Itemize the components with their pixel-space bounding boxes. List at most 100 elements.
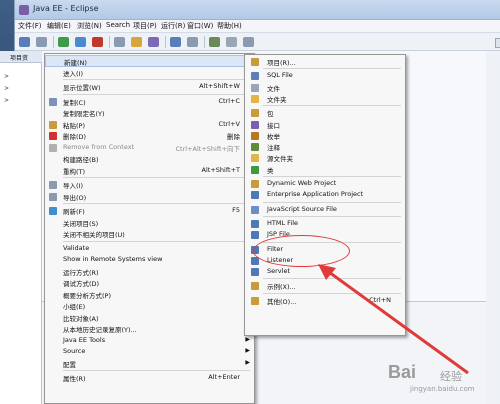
menu-item[interactable]: 小组(E)▶ — [45, 300, 254, 312]
menu-item[interactable]: 比较对象(A)▶ — [45, 312, 254, 324]
menu-item[interactable]: Enterprise Application Project — [245, 189, 405, 200]
menu-item[interactable]: 复制限定名(Y) — [45, 107, 254, 119]
menu-item-label: 枚举 — [267, 132, 280, 141]
menu-item-label: Remove from Context — [63, 142, 135, 151]
menu-item[interactable]: 文件夹 — [245, 93, 405, 104]
menu-2[interactable]: 浏览(N) — [77, 21, 102, 31]
toolbar-button-icon[interactable] — [114, 37, 125, 47]
menu-item[interactable]: 构建路径(B)▶ — [45, 153, 254, 165]
menu-item[interactable]: 枚举 — [245, 130, 405, 141]
menu-item[interactable]: 类 — [245, 164, 405, 175]
menu-item[interactable]: 进入(I) — [45, 67, 254, 79]
menu-item[interactable]: 刷新(F) F5 — [45, 205, 254, 217]
menu-item[interactable]: Java EE Tools ▶ — [45, 335, 254, 347]
copy-icon — [49, 97, 57, 106]
menu-item[interactable]: SQL File — [245, 70, 405, 81]
menu-0[interactable]: 文件(F) — [18, 21, 42, 31]
menu-item[interactable]: Show in Remote Systems view — [45, 254, 254, 266]
toolbar-button-icon[interactable] — [75, 37, 86, 47]
toolbar-button-icon[interactable] — [36, 37, 47, 47]
menu-4[interactable]: 项目(P) — [133, 21, 157, 31]
toolbar-button-icon[interactable] — [148, 37, 159, 47]
paste-icon — [49, 120, 57, 129]
menu-item[interactable]: 文件 — [245, 82, 405, 93]
menu-item[interactable]: 删除(D) 删除 — [45, 130, 254, 142]
menu-item[interactable]: 导入(I)▶ — [45, 179, 254, 191]
menu-item-label: 其他(O)... — [267, 297, 297, 306]
menu-item[interactable]: Dynamic Web Project — [245, 178, 405, 189]
menu-item[interactable]: 调试方式(D)▶ — [45, 277, 254, 289]
menu-item[interactable]: Validate — [45, 243, 254, 255]
tree-item[interactable]: > — [4, 97, 9, 104]
menu-item-label: 概要分析方式(P) — [63, 291, 111, 300]
toolbar-button-icon[interactable] — [187, 37, 198, 47]
menu-item[interactable]: 从本地历史记录复原(Y)... — [45, 323, 254, 335]
menu-item[interactable]: 概要分析方式(P)▶ — [45, 289, 254, 301]
toolbar-button-icon[interactable] — [92, 37, 103, 47]
menu-item[interactable]: Source ▶ — [45, 346, 254, 358]
example-icon — [251, 282, 259, 291]
eclipse-icon — [19, 5, 29, 15]
menu-6[interactable]: 窗口(W) — [187, 21, 213, 31]
menu-item[interactable]: 重构(T)Alt+Shift+T▶ — [45, 165, 254, 177]
menu-item[interactable]: 接口 — [245, 119, 405, 130]
menu-5[interactable]: 运行(R) — [161, 21, 185, 31]
menu-item[interactable]: 运行方式(R)▶ — [45, 266, 254, 278]
menu-item[interactable]: 关闭不相关的项目(U) — [45, 228, 254, 240]
project-icon — [251, 58, 259, 66]
menu-item[interactable]: 项目(R)... — [245, 56, 405, 67]
menu-separator — [63, 240, 250, 242]
submenu-arrow-icon: ▶ — [245, 335, 250, 343]
menu-item[interactable]: Remove from Context Ctrl+Alt+Shift+向下 — [45, 142, 254, 154]
menu-item-shortcut: Alt+Enter — [208, 373, 240, 381]
menu-item[interactable]: 导出(O)▶ — [45, 191, 254, 203]
package-icon — [251, 109, 259, 118]
toolbar-button-icon[interactable] — [58, 37, 69, 47]
menu-item[interactable]: HTML File — [245, 218, 405, 229]
annotation-icon — [251, 143, 259, 152]
tree-item[interactable]: > — [4, 73, 9, 80]
menu-7[interactable]: 帮助(H) — [217, 21, 242, 31]
toolbar-button-icon[interactable] — [243, 37, 254, 47]
menu-item[interactable]: 包 — [245, 107, 405, 118]
sql-file-icon — [251, 72, 259, 81]
context-menu: 新建(N)▶进入(I) 显示位置(W)Alt+Shift+W▶ 复制(C)Ctrl+… — [44, 53, 255, 404]
toolbar-button-icon[interactable] — [209, 37, 220, 47]
perspective-icon[interactable] — [495, 38, 500, 48]
menu-item-shortcut: Alt+Shift+T — [201, 165, 240, 174]
menu-separator — [263, 201, 401, 203]
menu-item[interactable]: 关闭项目(S) — [45, 217, 254, 229]
menu-item[interactable]: 属性(R) Alt+Enter — [45, 372, 254, 384]
menu-separator — [263, 68, 401, 70]
menu-item[interactable]: 新建(N)▶ — [45, 55, 254, 67]
menu-item[interactable]: JavaScript Source File — [245, 204, 405, 215]
menu-item-label: 小组(E) — [63, 303, 86, 311]
menu-item-label: JavaScript Source File — [267, 204, 337, 213]
toolbar-button-icon[interactable] — [226, 37, 237, 47]
menu-item[interactable]: 配置 ▶ — [45, 358, 254, 370]
menu-item[interactable]: 显示位置(W)Alt+Shift+W▶ — [45, 81, 254, 93]
menu-item-label: 构建路径(B) — [63, 156, 99, 164]
menu-item-label: 注释 — [267, 144, 280, 153]
menu-item[interactable]: 复制(C) Ctrl+C — [45, 96, 254, 108]
menu-item-label: 复制(C) — [63, 98, 86, 107]
menu-item[interactable]: 注释 — [245, 141, 405, 152]
tree-item[interactable]: > — [4, 85, 9, 92]
folder-icon — [251, 94, 259, 103]
export-icon — [49, 192, 57, 201]
jsp-file-icon — [251, 231, 259, 240]
toolbar-button-icon[interactable] — [19, 37, 30, 47]
toolbar-button-icon[interactable] — [131, 37, 142, 47]
menu-item-label: 示例(X)... — [267, 283, 296, 292]
menu-separator — [63, 370, 250, 371]
toolbar-button-icon[interactable] — [170, 37, 181, 47]
toolbar-separator — [109, 36, 110, 48]
menu-3[interactable]: Search — [106, 21, 130, 29]
menu-item[interactable]: 粘贴(P) Ctrl+V — [45, 119, 254, 131]
menu-1[interactable]: 编辑(E) — [47, 21, 71, 31]
menu-item-label: 配置 — [63, 360, 76, 369]
menu-item[interactable]: 源文件夹 — [245, 152, 405, 163]
menu-item-label: 删除(D) — [63, 133, 87, 141]
ear-project-icon — [251, 191, 259, 200]
menu-item-label: 粘贴(P) — [63, 121, 85, 130]
